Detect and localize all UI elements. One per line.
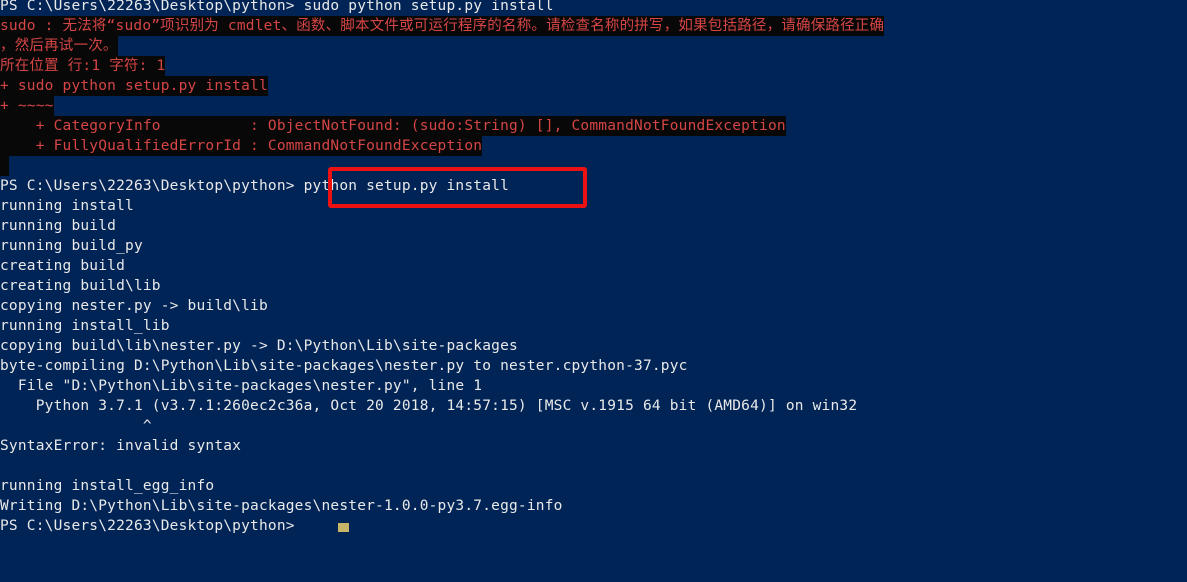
console-line: + CategoryInfo : ObjectNotFound: (sudo:S… bbox=[0, 116, 786, 136]
console-line-text: running build_py bbox=[0, 238, 143, 254]
console-line-text: sudo : 无法将“sudo”项识别为 cmdlet、函数、脚本文件或可运行程… bbox=[0, 16, 885, 36]
console-line-text: + sudo python setup.py install bbox=[0, 76, 268, 96]
console-line-text: running install_lib bbox=[0, 318, 170, 334]
console-line-text: creating build\lib bbox=[0, 278, 161, 294]
console-line-text: ^ bbox=[0, 418, 152, 434]
console-line-text: creating build bbox=[0, 258, 126, 274]
console-line: Python 3.7.1 (v3.7.1:260ec2c36a, Oct 20 … bbox=[0, 396, 857, 416]
console-line-text: Writing D:\Python\Lib\site-packages\nest… bbox=[0, 498, 563, 514]
console-line: ^ bbox=[0, 416, 152, 436]
console-line-text: PS C:\Users\22263\Desktop\python> python… bbox=[0, 178, 509, 194]
console-line: SyntaxError: invalid syntax bbox=[0, 436, 241, 456]
console-line: PS C:\Users\22263\Desktop\python> python… bbox=[0, 176, 509, 196]
console-line: ，然后再试一次。 bbox=[0, 36, 118, 56]
console-line-text: + FullyQualifiedErrorId : CommandNotFoun… bbox=[0, 136, 483, 156]
console-line: copying build\lib\nester.py -> D:\Python… bbox=[0, 336, 518, 356]
powershell-terminal[interactable]: PS C:\Users\22263\Desktop\python> sudo p… bbox=[0, 0, 1187, 582]
console-line: File "D:\Python\Lib\site-packages\nester… bbox=[0, 376, 482, 396]
console-line-text: byte-compiling D:\Python\Lib\site-packag… bbox=[0, 358, 688, 374]
console-line-text bbox=[0, 156, 9, 176]
console-line: PS C:\Users\22263\Desktop\python> sudo p… bbox=[0, 0, 554, 16]
console-line-text: copying build\lib\nester.py -> D:\Python… bbox=[0, 338, 518, 354]
console-line-text: + ~~~~ bbox=[0, 96, 54, 116]
console-line: byte-compiling D:\Python\Lib\site-packag… bbox=[0, 356, 688, 376]
console-line: copying nester.py -> build\lib bbox=[0, 296, 268, 316]
console-line-text: File "D:\Python\Lib\site-packages\nester… bbox=[0, 378, 483, 394]
console-line: running build bbox=[0, 216, 116, 236]
console-line: running install_egg_info bbox=[0, 476, 214, 496]
console-line: + sudo python setup.py install bbox=[0, 76, 268, 96]
console-line-text: SyntaxError: invalid syntax bbox=[0, 438, 242, 454]
console-line: Writing D:\Python\Lib\site-packages\nest… bbox=[0, 496, 563, 516]
console-line: + FullyQualifiedErrorId : CommandNotFoun… bbox=[0, 136, 483, 156]
console-line-text: running install bbox=[0, 198, 134, 214]
console-line: 所在位置 行:1 字符: 1 bbox=[0, 56, 166, 76]
console-line: creating build\lib bbox=[0, 276, 161, 296]
console-line-text: running install_egg_info bbox=[0, 478, 215, 494]
console-line: running build_py bbox=[0, 236, 143, 256]
console-line-text: PS C:\Users\22263\Desktop\python> sudo p… bbox=[0, 0, 554, 14]
console-line: running install_lib bbox=[0, 316, 170, 336]
console-line: running install bbox=[0, 196, 134, 216]
console-line-text: + CategoryInfo : ObjectNotFound: (sudo:S… bbox=[0, 116, 786, 136]
console-line-text: 所在位置 行:1 字符: 1 bbox=[0, 56, 166, 76]
console-line: PS C:\Users\22263\Desktop\python> bbox=[0, 516, 304, 536]
console-line-text: running build bbox=[0, 218, 117, 234]
console-line-text: PS C:\Users\22263\Desktop\python> bbox=[0, 518, 304, 534]
console-line bbox=[0, 156, 9, 176]
console-line: creating build bbox=[0, 256, 125, 276]
console-line: sudo : 无法将“sudo”项识别为 cmdlet、函数、脚本文件或可运行程… bbox=[0, 16, 885, 36]
console-line-text: ，然后再试一次。 bbox=[0, 36, 118, 56]
console-line: + ~~~~ bbox=[0, 96, 54, 116]
console-line-text: Python 3.7.1 (v3.7.1:260ec2c36a, Oct 20 … bbox=[0, 398, 858, 414]
console-line-text: copying nester.py -> build\lib bbox=[0, 298, 268, 314]
text-cursor bbox=[338, 523, 349, 532]
